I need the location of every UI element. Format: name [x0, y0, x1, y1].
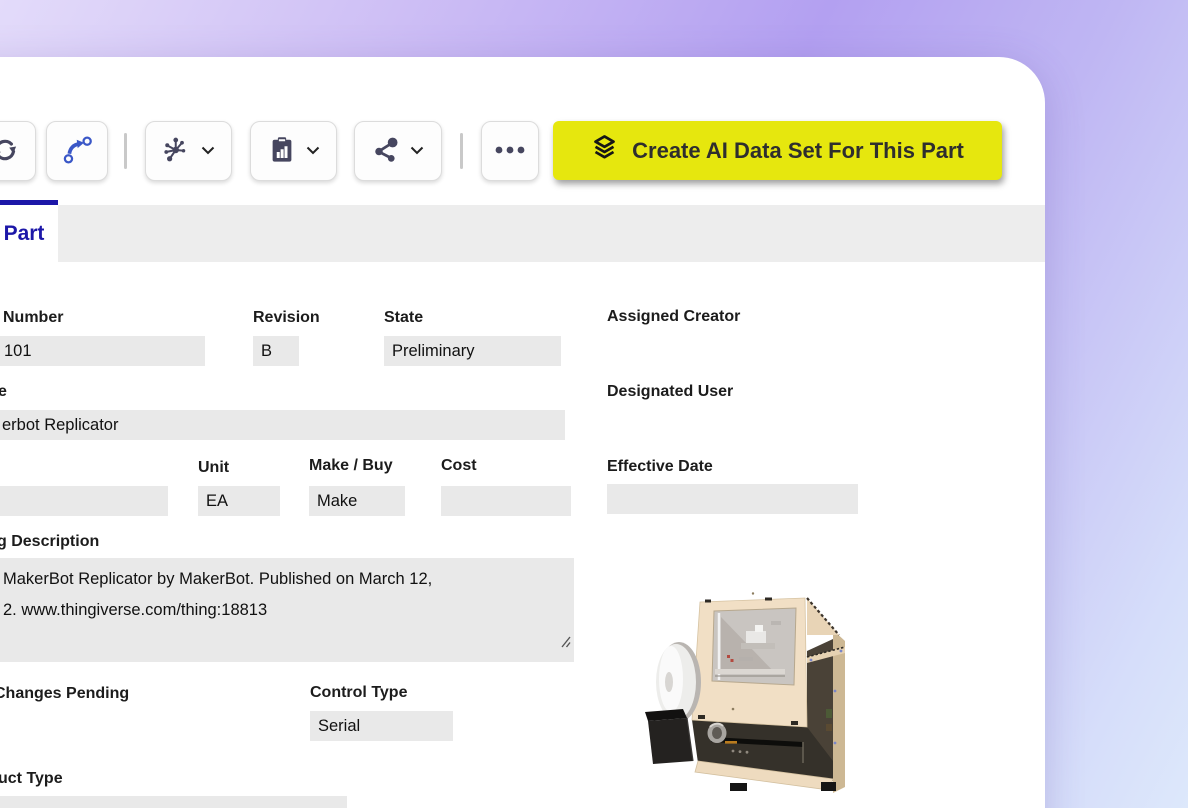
structure-dropdown-button[interactable]	[145, 121, 232, 181]
promote-button[interactable]	[46, 121, 108, 181]
control-type-label: Control Type	[310, 684, 407, 702]
toolbar-divider	[124, 133, 127, 169]
create-ai-dataset-label: Create AI Data Set For This Part	[632, 138, 964, 164]
designated-user-label: Designated User	[607, 383, 733, 401]
left-unlabeled-input[interactable]	[0, 486, 168, 516]
long-description-line1: MakerBot Replicator by MakerBot. Publish…	[3, 564, 570, 595]
state-label: State	[384, 309, 423, 327]
cost-input[interactable]	[441, 486, 571, 516]
share-icon	[371, 135, 401, 168]
tab-part[interactable]: Part	[0, 200, 58, 262]
clipboard-chart-icon	[267, 135, 297, 168]
part-thumbnail-image	[643, 591, 853, 793]
chevron-down-icon	[305, 142, 321, 161]
promote-arrow-icon	[61, 134, 93, 169]
assigned-creator-label: Assigned Creator	[607, 308, 740, 326]
effective-date-label: Effective Date	[607, 458, 713, 476]
tab-part-label: Part	[4, 222, 45, 246]
chevron-down-icon	[200, 142, 216, 161]
share-dropdown-button[interactable]	[354, 121, 442, 181]
refresh-icon	[0, 135, 20, 168]
revision-label: Revision	[253, 309, 320, 327]
state-input[interactable]	[384, 336, 561, 366]
create-ai-dataset-button[interactable]: Create AI Data Set For This Part	[553, 121, 1002, 180]
tab-strip	[0, 205, 1045, 262]
product-type-input[interactable]	[0, 796, 347, 808]
unit-input[interactable]	[198, 486, 280, 516]
name-label: e	[0, 383, 7, 401]
cost-label: Cost	[441, 457, 477, 475]
name-input[interactable]	[0, 410, 565, 440]
hub-icon	[162, 135, 192, 168]
number-input[interactable]	[0, 336, 205, 366]
long-description-line2: 2. www.thingiverse.com/thing:18813	[3, 595, 570, 626]
changes-pending-label: Changes Pending	[0, 685, 129, 703]
long-description-label: g Description	[0, 533, 99, 551]
make-buy-input[interactable]	[309, 486, 405, 516]
unit-label: Unit	[198, 459, 229, 477]
ellipsis-icon	[493, 143, 527, 160]
product-type-label: uct Type	[0, 770, 63, 788]
make-buy-label: Make / Buy	[309, 457, 393, 475]
chevron-down-icon	[409, 142, 425, 161]
reports-dropdown-button[interactable]	[250, 121, 337, 181]
number-label: Number	[3, 309, 63, 327]
control-type-input[interactable]	[310, 711, 453, 741]
more-actions-button[interactable]	[481, 121, 539, 181]
refresh-button[interactable]	[0, 121, 36, 181]
effective-date-input[interactable]	[607, 484, 858, 514]
revision-input[interactable]	[253, 336, 299, 366]
toolbar-divider	[460, 133, 463, 169]
long-description-textarea[interactable]: MakerBot Replicator by MakerBot. Publish…	[0, 558, 574, 662]
resize-handle-icon[interactable]	[558, 628, 571, 659]
layers-icon	[591, 134, 618, 167]
